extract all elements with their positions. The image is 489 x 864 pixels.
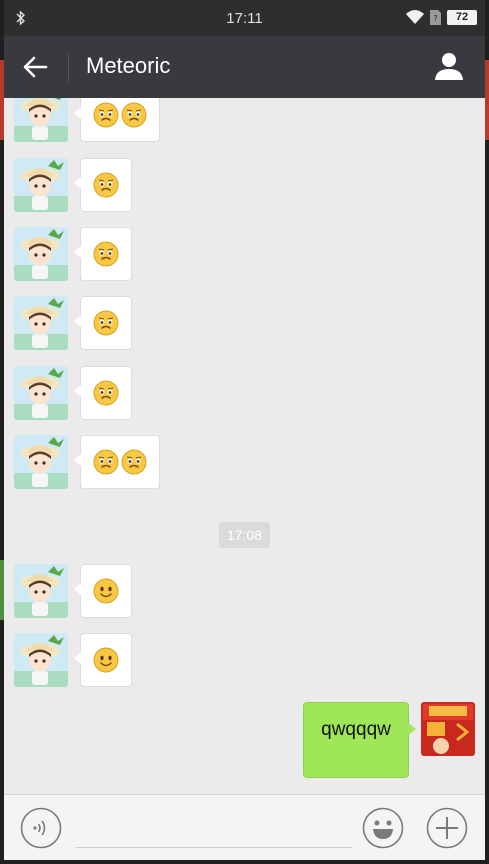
contact-avatar[interactable] (14, 435, 68, 489)
chat-title: Meteoric (86, 53, 171, 78)
back-arrow-icon[interactable] (20, 52, 50, 82)
contact-avatar[interactable] (14, 366, 68, 420)
incoming-message-bubble[interactable] (74, 435, 160, 489)
status-bar: 17:11 ? 72 (4, 0, 485, 36)
contact-avatar[interactable] (14, 227, 68, 281)
chat-timestamp: 17:08 (4, 522, 485, 548)
status-icons: ? 72 (406, 9, 477, 25)
contact-avatar-image[interactable] (14, 158, 68, 212)
frown-emoji (121, 449, 147, 475)
outgoing-message-bubble[interactable]: qwqqqw (303, 702, 416, 778)
my-avatar[interactable] (421, 702, 475, 756)
incoming-message-bubble[interactable] (74, 98, 160, 142)
contact-avatar[interactable] (14, 633, 68, 687)
header-divider (68, 54, 69, 82)
frown-emoji (93, 449, 119, 475)
incoming-message-bubble[interactable] (74, 564, 132, 618)
message-row (4, 296, 485, 352)
frame-edge-right (485, 60, 489, 140)
smile-emoji (93, 578, 119, 604)
frown-emoji (93, 380, 119, 406)
emoji-icon[interactable] (362, 807, 404, 849)
message-row (4, 227, 485, 283)
smile-emoji (93, 647, 119, 673)
contact-avatar-image[interactable] (14, 633, 68, 687)
battery-icon: 72 (447, 9, 477, 25)
timestamp-label: 17:08 (218, 522, 271, 548)
message-row (4, 633, 485, 689)
phone-screen: 17:11 ? 72 Meteoric qwqqqw 17:08 (4, 0, 485, 860)
contact-avatar-image[interactable] (14, 564, 68, 618)
incoming-message-bubble[interactable] (74, 296, 132, 350)
incoming-message-bubble[interactable] (74, 227, 132, 281)
contact-avatar[interactable] (14, 98, 68, 142)
contact-avatar[interactable] (14, 564, 68, 618)
contact-avatar[interactable] (14, 158, 68, 212)
frown-emoji (93, 241, 119, 267)
plus-icon[interactable] (426, 807, 468, 849)
incoming-message-bubble[interactable] (74, 633, 132, 687)
svg-text:?: ? (433, 14, 437, 23)
message-row (4, 158, 485, 214)
frown-emoji (93, 102, 119, 128)
message-row: qwqqqw (4, 702, 485, 780)
profile-icon[interactable] (433, 50, 465, 82)
contact-avatar-image[interactable] (14, 296, 68, 350)
wifi-icon (406, 10, 424, 24)
contact-avatar-image[interactable] (14, 366, 68, 420)
my-avatar-frame[interactable] (421, 702, 475, 756)
incoming-message-bubble[interactable] (74, 366, 132, 420)
frown-emoji (93, 310, 119, 336)
incoming-message-bubble[interactable] (74, 158, 132, 212)
message-row (4, 366, 485, 422)
contact-avatar-image[interactable] (14, 227, 68, 281)
chat-header: Meteoric (4, 36, 485, 98)
message-list[interactable]: qwqqqw 17:08 (4, 98, 485, 794)
voice-icon[interactable] (20, 807, 62, 849)
message-row (4, 564, 485, 620)
message-row (4, 435, 485, 491)
frown-emoji (93, 172, 119, 198)
message-input[interactable] (76, 847, 352, 848)
contact-avatar-image[interactable] (14, 98, 68, 142)
contact-avatar-image[interactable] (14, 435, 68, 489)
input-bar (4, 794, 485, 860)
contact-avatar[interactable] (14, 296, 68, 350)
frown-emoji (121, 102, 147, 128)
message-row (4, 98, 485, 144)
no-sim-icon: ? (430, 9, 441, 25)
